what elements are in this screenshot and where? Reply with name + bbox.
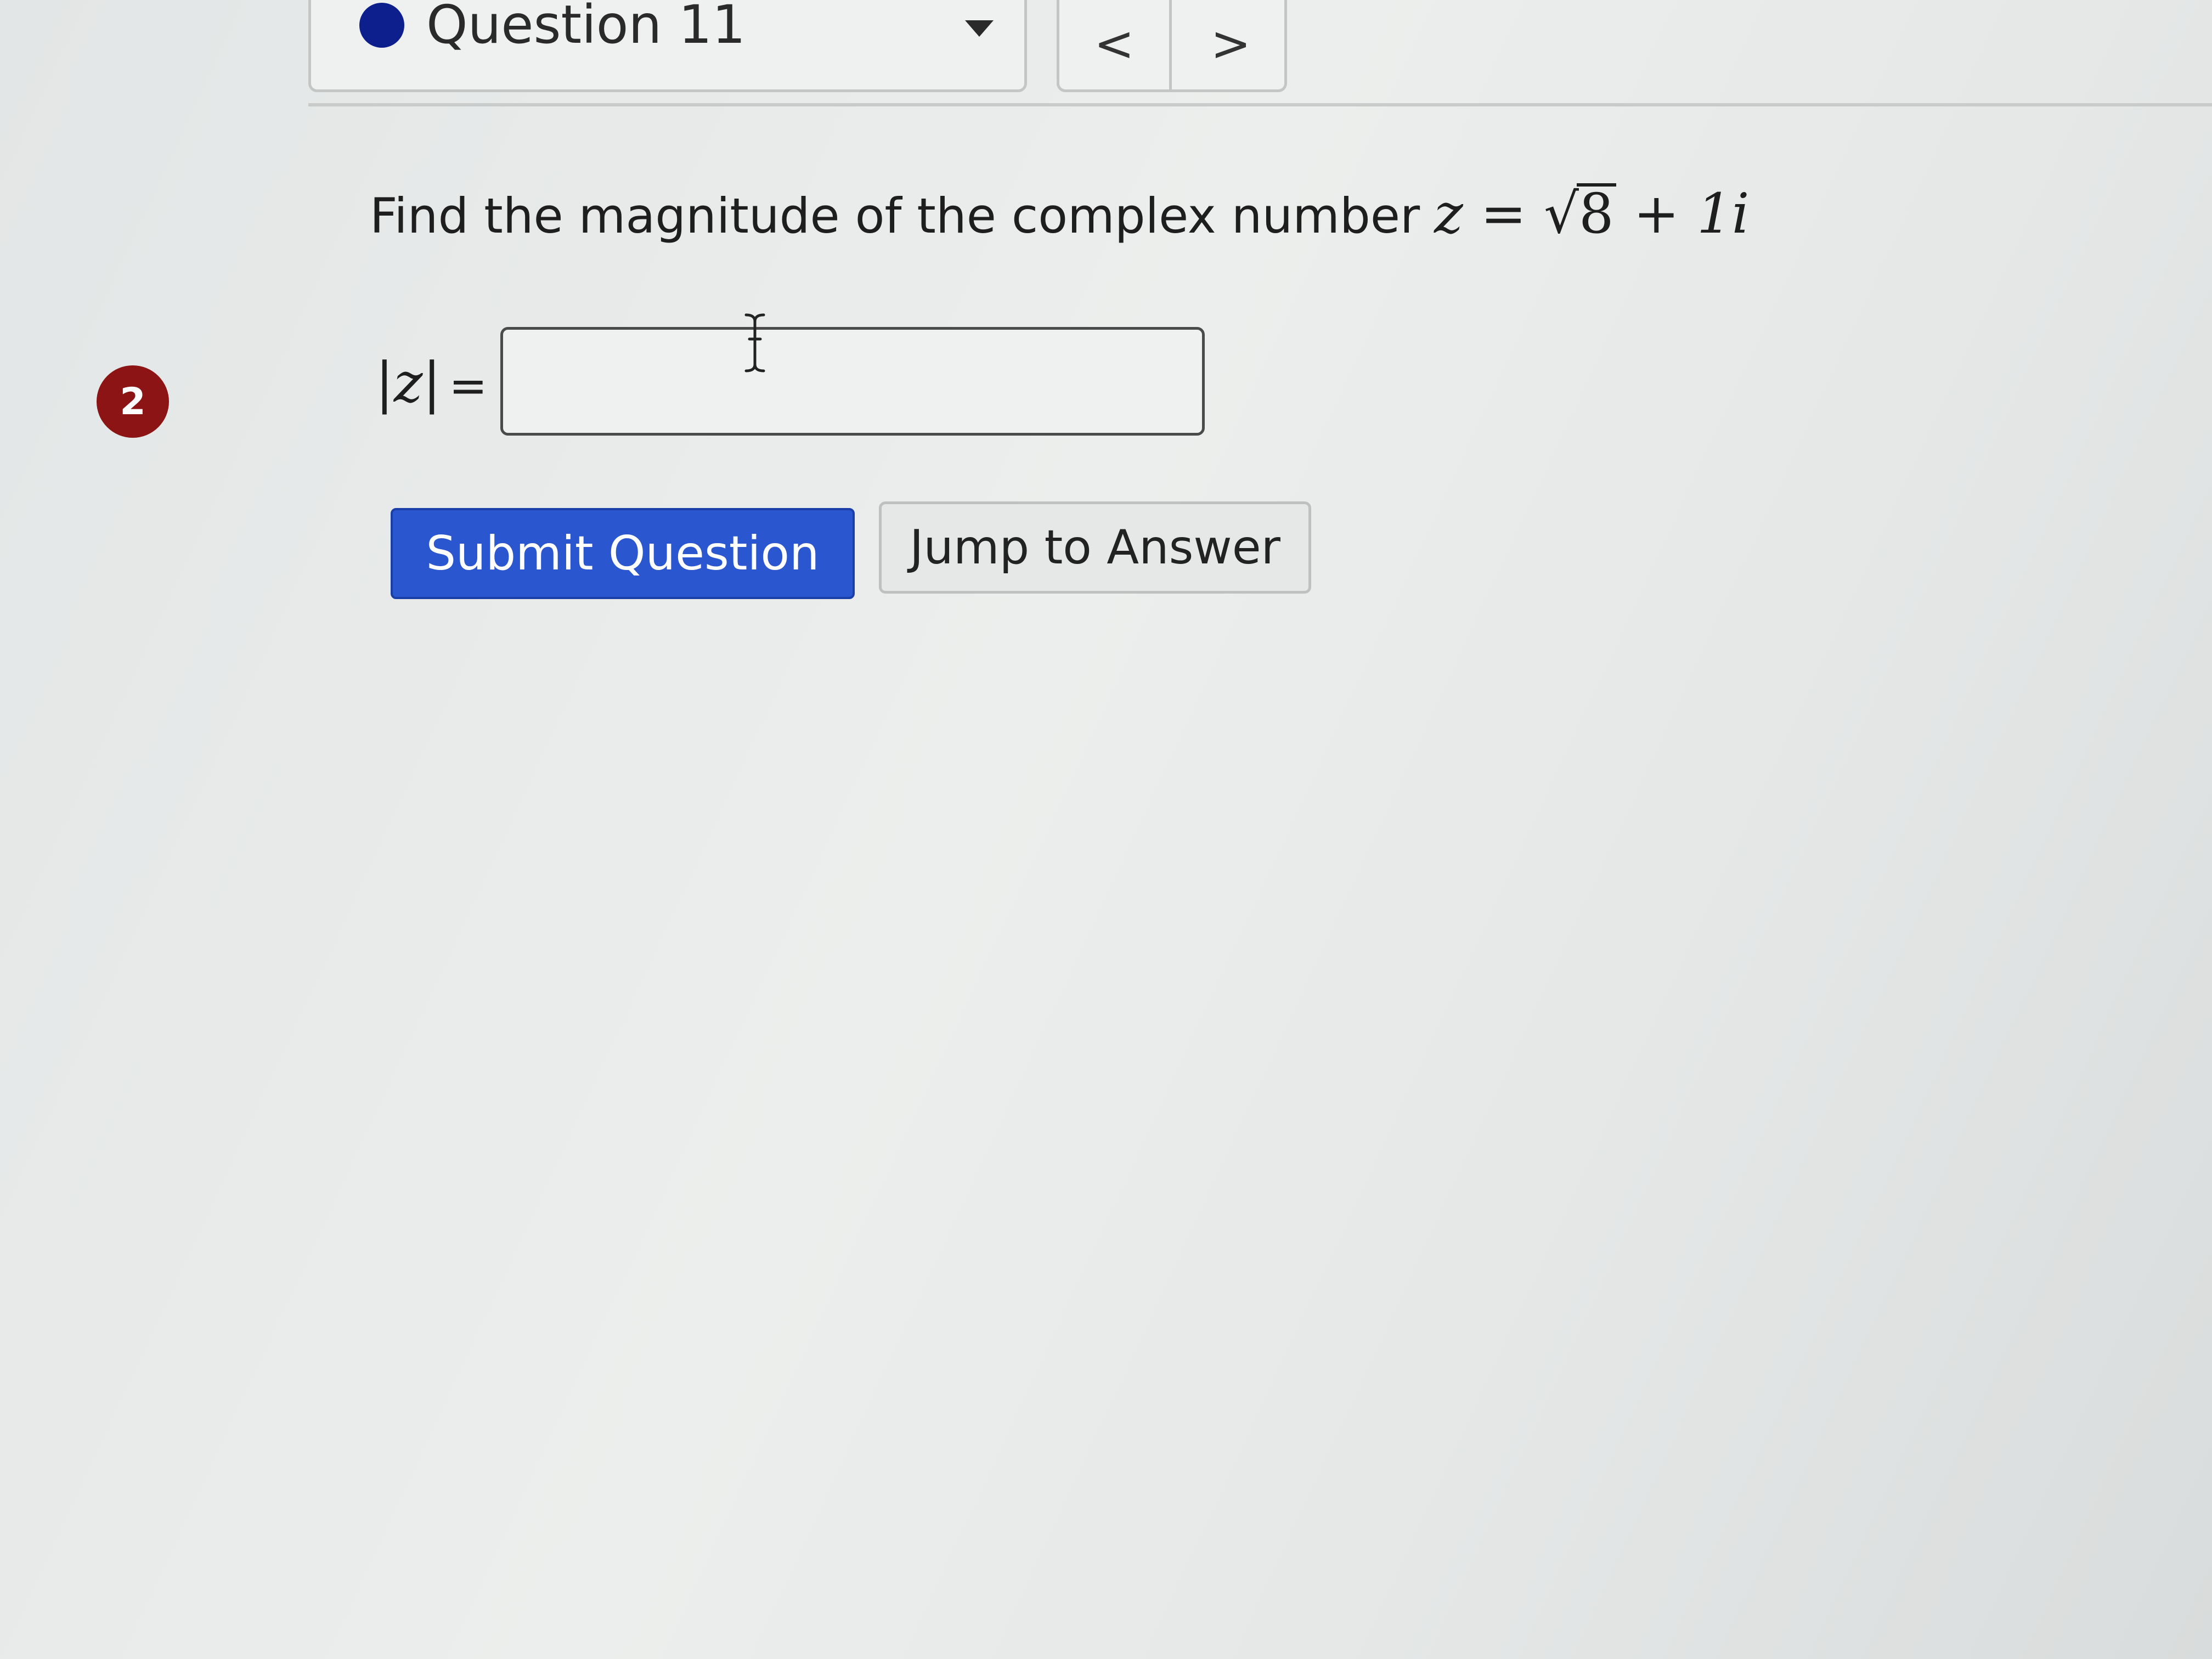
answer-input[interactable] [500, 327, 1205, 436]
question-selector[interactable]: Question 11 [308, 0, 1027, 92]
question-title: Question 11 [426, 0, 746, 55]
previous-question-button[interactable]: < [1059, 0, 1172, 89]
question-nav-group: < > [1057, 0, 1287, 92]
answer-label: |z| = [375, 345, 487, 424]
complex-expression: z = √8 + 1i [1434, 182, 1749, 246]
answer-equals: = [449, 359, 488, 413]
attempts-badge: 2 [97, 365, 169, 438]
expression-equals: = [1480, 182, 1527, 246]
expression-imaginary: 1i [1697, 182, 1750, 246]
expression-radicand: 8 [1576, 183, 1616, 241]
submit-question-button[interactable]: Submit Question [391, 508, 855, 599]
question-status-dot [359, 3, 404, 48]
expression-plus: + [1633, 182, 1680, 246]
header-divider [308, 103, 2212, 106]
jump-to-answer-button[interactable]: Jump to Answer [879, 501, 1311, 594]
magnitude-label: |z| [375, 351, 442, 415]
caret-down-icon [965, 20, 994, 37]
next-question-button[interactable]: > [1175, 0, 1284, 89]
expression-variable: z [1434, 182, 1463, 246]
sqrt-symbol: √ [1544, 182, 1579, 246]
prompt-text: Find the magnitude of the complex number [370, 188, 1420, 244]
text-cursor-icon [744, 313, 765, 373]
chevron-right-icon: > [1210, 15, 1251, 72]
question-prompt: Find the magnitude of the complex number… [370, 176, 1750, 255]
chevron-left-icon: < [1094, 15, 1135, 72]
